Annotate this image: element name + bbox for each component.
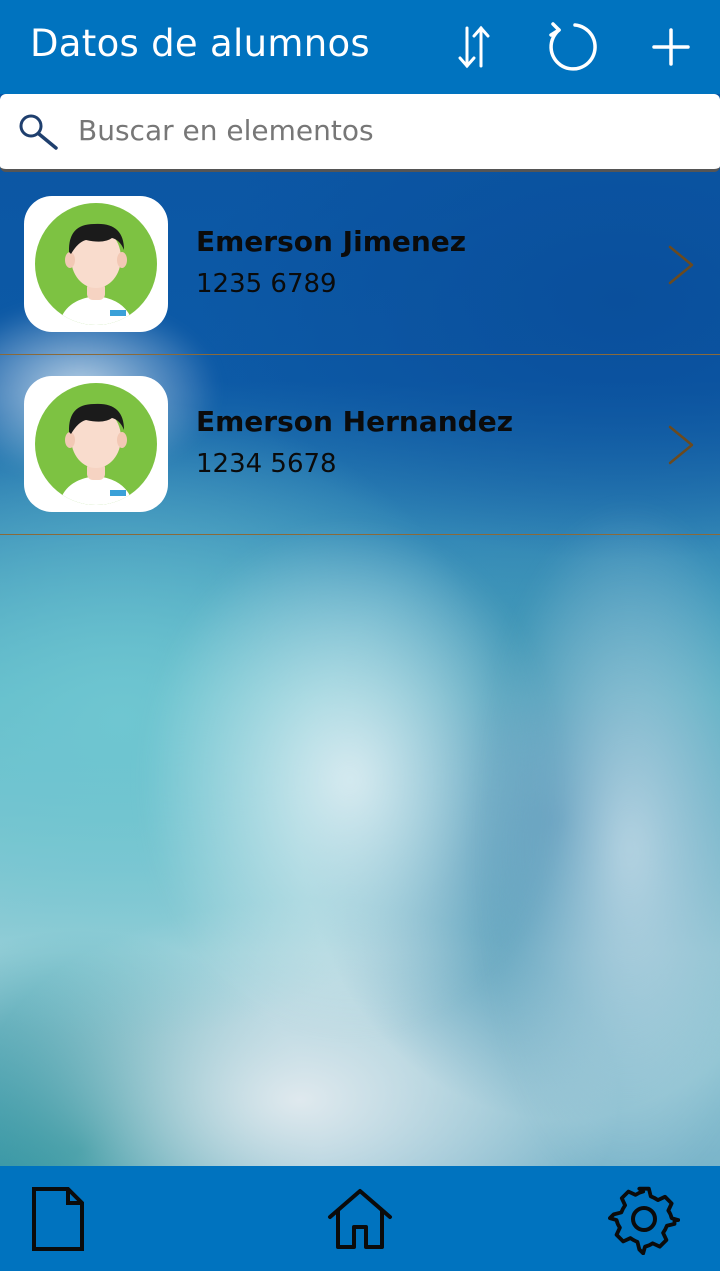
refresh-icon xyxy=(549,22,597,71)
refresh-button[interactable] xyxy=(542,18,602,76)
home-button[interactable] xyxy=(320,1184,400,1254)
student-name: Emerson Jimenez xyxy=(196,225,467,258)
avatar xyxy=(24,376,168,512)
student-phone: 1234 5678 xyxy=(196,449,337,479)
settings-icon xyxy=(608,1186,680,1255)
add-icon xyxy=(652,28,690,66)
student-avatar-icon xyxy=(35,203,157,325)
student-name: Emerson Hernandez xyxy=(196,405,514,438)
bottom-nav xyxy=(0,1166,720,1271)
search-bar xyxy=(0,94,720,172)
chevron-right-icon xyxy=(668,245,694,285)
avatar xyxy=(24,196,168,332)
student-avatar-icon xyxy=(35,383,157,505)
search-input[interactable] xyxy=(78,108,698,152)
sort-button[interactable] xyxy=(444,18,504,76)
search-icon xyxy=(19,114,58,150)
student-list: Emerson Jimenez 1235 6789 Emerson Hernan… xyxy=(0,175,720,535)
add-button[interactable] xyxy=(641,18,701,76)
app-header: Datos de alumnos xyxy=(0,0,720,94)
home-icon xyxy=(328,1189,392,1249)
list-item[interactable]: Emerson Hernandez 1234 5678 xyxy=(0,355,720,535)
page-title: Datos de alumnos xyxy=(30,22,370,65)
student-phone: 1235 6789 xyxy=(196,269,337,299)
settings-button[interactable] xyxy=(604,1184,684,1255)
documents-button[interactable] xyxy=(18,1184,98,1254)
list-item[interactable]: Emerson Jimenez 1235 6789 xyxy=(0,175,720,355)
document-icon xyxy=(32,1187,84,1251)
sort-icon xyxy=(458,25,490,69)
chevron-right-icon xyxy=(668,425,694,465)
